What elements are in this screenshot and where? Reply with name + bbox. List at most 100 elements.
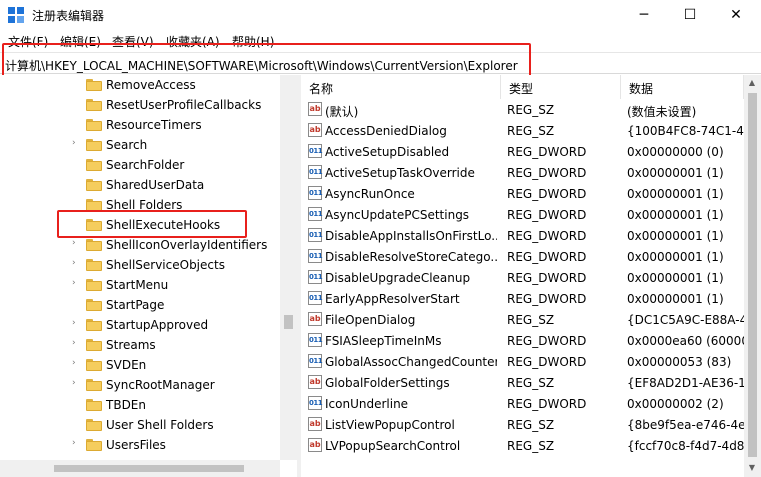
scroll-up-arrow-icon[interactable]: ▲ (744, 78, 760, 87)
value-type: REG_SZ (507, 124, 555, 138)
tree-item[interactable]: SharedUserData (0, 175, 280, 195)
value-type: REG_SZ (507, 418, 555, 432)
table-row[interactable]: 011 AsyncRunOnce REG_DWORD 0x00000001 (1… (301, 183, 744, 204)
window-title: 注册表编辑器 (32, 9, 105, 23)
value-type: REG_DWORD (507, 355, 587, 369)
expand-chevron-icon[interactable]: › (72, 318, 82, 328)
expand-chevron-icon[interactable]: › (72, 278, 82, 288)
key-tree-pane[interactable]: RemoveAccess ResetUserProfileCallbacks R… (0, 75, 297, 477)
value-name: DisableResolveStoreCatego... (325, 250, 497, 264)
column-header-data[interactable]: 数据 (621, 75, 744, 99)
table-row[interactable]: 011 GlobalAssocChangedCounter REG_DWORD … (301, 351, 744, 372)
expand-chevron-icon[interactable]: › (72, 338, 82, 348)
table-row[interactable]: 011 AsyncUpdatePCSettings REG_DWORD 0x00… (301, 204, 744, 225)
binary-value-icon: 011 (308, 249, 323, 263)
folder-icon (86, 379, 102, 391)
values-vertical-scrollbar[interactable]: ▲ ▼ (744, 75, 761, 477)
tree-item-label: Search (106, 138, 148, 152)
table-row[interactable]: 011 ActiveSetupTaskOverride REG_DWORD 0x… (301, 162, 744, 183)
value-type: REG_DWORD (507, 229, 587, 243)
table-row[interactable]: ab AccessDeniedDialog REG_SZ {100B4FC8-7… (301, 120, 744, 141)
value-type: REG_SZ (507, 376, 555, 390)
value-type: REG_DWORD (507, 145, 587, 159)
value-name: AccessDeniedDialog (325, 124, 447, 138)
table-row[interactable]: ab LVPopupSearchControl REG_SZ {fccf70c8… (301, 435, 744, 456)
table-row[interactable]: 011 DisableAppInstallsOnFirstLo... REG_D… (301, 225, 744, 246)
tree-item[interactable]: › ShellServiceObjects (0, 255, 280, 275)
folder-icon (86, 299, 102, 311)
tree-scroll-thumb[interactable] (284, 315, 293, 329)
value-name: DisableAppInstallsOnFirstLo... (325, 229, 497, 243)
value-name: ActiveSetupDisabled (325, 145, 450, 159)
tree-item[interactable]: › UsersFiles (0, 435, 280, 455)
tree-item[interactable]: › Search (0, 135, 280, 155)
tree-item[interactable]: › StartupApproved (0, 315, 280, 335)
value-type: REG_DWORD (507, 397, 587, 411)
tree-item[interactable]: › ShellIconOverlayIdentifiers (0, 235, 280, 255)
tree-item[interactable]: › Streams (0, 335, 280, 355)
value-data: 0x0000ea60 (60000) (627, 334, 744, 348)
value-data: 0x00000001 (1) (627, 166, 724, 180)
tree-item-label: ShellServiceObjects (106, 258, 225, 272)
tree-item[interactable]: User Shell Folders (0, 415, 280, 435)
tree-item[interactable]: StartPage (0, 295, 280, 315)
tree-item[interactable]: › StartMenu (0, 275, 280, 295)
string-value-icon: ab (308, 375, 322, 389)
scroll-down-arrow-icon[interactable]: ▼ (744, 463, 760, 472)
tree-item-label: SVDEn (106, 358, 147, 372)
string-value-icon: ab (308, 102, 322, 116)
table-row[interactable]: 011 FSIASleepTimeInMs REG_DWORD 0x0000ea… (301, 330, 744, 351)
column-header-name[interactable]: 名称 (301, 75, 501, 99)
expand-chevron-icon[interactable]: › (72, 438, 82, 448)
maximize-button[interactable]: ☐ (667, 0, 713, 30)
expand-chevron-icon[interactable]: › (72, 238, 82, 248)
tree-item[interactable]: RemoveAccess (0, 75, 280, 95)
table-row[interactable]: 011 ActiveSetupDisabled REG_DWORD 0x0000… (301, 141, 744, 162)
value-type: REG_DWORD (507, 187, 587, 201)
table-row[interactable]: 011 DisableResolveStoreCatego... REG_DWO… (301, 246, 744, 267)
value-name: ListViewPopupControl (325, 418, 455, 432)
tree-item[interactable]: ResourceTimers (0, 115, 280, 135)
table-row[interactable]: ab FileOpenDialog REG_SZ {DC1C5A9C-E88A-… (301, 309, 744, 330)
expand-chevron-icon[interactable]: › (72, 258, 82, 268)
values-pane[interactable]: 名称 类型 数据 ab (默认) REG_SZ (数值未设置) ab Acces… (301, 75, 761, 477)
folder-icon (86, 419, 102, 431)
binary-value-icon: 011 (308, 270, 323, 284)
table-row[interactable]: ab (默认) REG_SZ (数值未设置) (301, 99, 744, 120)
folder-icon (86, 319, 102, 331)
column-header-type[interactable]: 类型 (501, 75, 621, 99)
tree-item[interactable]: › SVDEn (0, 355, 280, 375)
binary-value-icon: 011 (308, 165, 323, 179)
table-row[interactable]: 011 EarlyAppResolverStart REG_DWORD 0x00… (301, 288, 744, 309)
value-name: FileOpenDialog (325, 313, 416, 327)
minimize-button[interactable]: ─ (621, 0, 667, 30)
close-button[interactable]: ✕ (713, 0, 759, 30)
value-data: {DC1C5A9C-E88A-4c (627, 313, 744, 327)
table-row[interactable]: 011 IconUnderline REG_DWORD 0x00000002 (… (301, 393, 744, 414)
value-name: FSIASleepTimeInMs (325, 334, 442, 348)
tree-item[interactable]: SearchFolder (0, 155, 280, 175)
tree-hscroll-thumb[interactable] (54, 465, 244, 472)
tree-vertical-scrollbar[interactable] (280, 75, 297, 460)
expand-chevron-icon[interactable]: › (72, 378, 82, 388)
value-type: REG_DWORD (507, 250, 587, 264)
table-row[interactable]: 011 DisableUpgradeCleanup REG_DWORD 0x00… (301, 267, 744, 288)
value-name: GlobalFolderSettings (325, 376, 450, 390)
table-row[interactable]: ab ListViewPopupControl REG_SZ {8be9f5ea… (301, 414, 744, 435)
table-row[interactable]: ab GlobalFolderSettings REG_SZ {EF8AD2D1… (301, 372, 744, 393)
value-name: ActiveSetupTaskOverride (325, 166, 475, 180)
expand-chevron-icon[interactable]: › (72, 138, 82, 148)
expand-chevron-icon[interactable]: › (72, 358, 82, 368)
tree-item[interactable]: › SyncRootManager (0, 375, 280, 395)
tree-item-label: StartupApproved (106, 318, 209, 332)
folder-icon (86, 359, 102, 371)
string-value-icon: ab (308, 312, 322, 326)
tree-item[interactable]: TBDEn (0, 395, 280, 415)
tree-item[interactable]: ResetUserProfileCallbacks (0, 95, 280, 115)
value-name: AsyncUpdatePCSettings (325, 208, 470, 222)
string-value-icon: ab (308, 123, 322, 137)
values-scroll-thumb[interactable] (748, 93, 757, 457)
tree-item-label: SearchFolder (106, 158, 185, 172)
tree-horizontal-scrollbar[interactable] (0, 460, 280, 477)
value-type: REG_SZ (507, 439, 555, 453)
